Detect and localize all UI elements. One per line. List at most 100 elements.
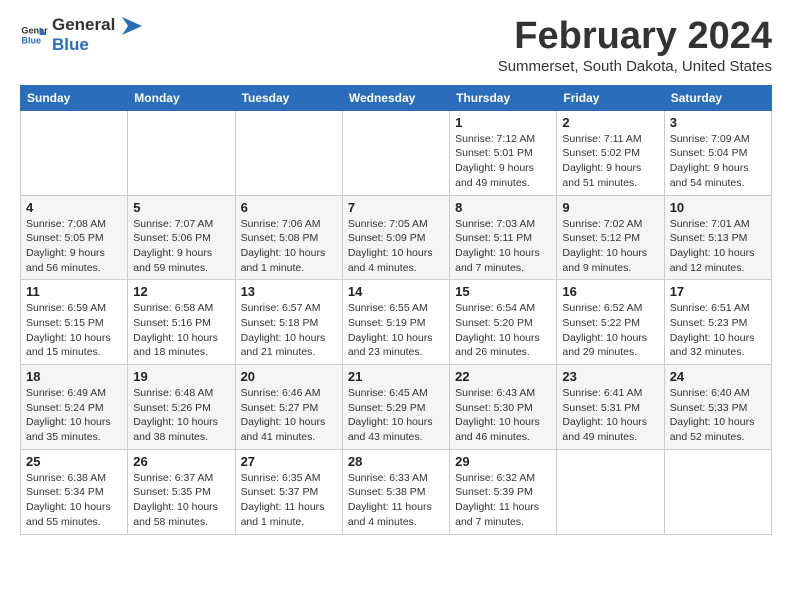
- day-number: 26: [133, 454, 229, 469]
- day-number: 4: [26, 200, 122, 215]
- calendar-cell: 22 Sunrise: 6:43 AM Sunset: 5:30 PM Dayli…: [450, 365, 557, 450]
- calendar-cell: 4 Sunrise: 7:08 AM Sunset: 5:05 PM Daylig…: [21, 195, 128, 280]
- calendar-cell: 15 Sunrise: 6:54 AM Sunset: 5:20 PM Dayli…: [450, 280, 557, 365]
- day-number: 3: [670, 115, 766, 130]
- day-number: 27: [241, 454, 337, 469]
- day-number: 15: [455, 284, 551, 299]
- day-number: 7: [348, 200, 444, 215]
- day-number: 21: [348, 369, 444, 384]
- calendar-cell: 28Sunrise: 6:33 AM Sunset: 5:38 PM Dayli…: [342, 449, 449, 534]
- header-row: SundayMondayTuesdayWednesdayThursdayFrid…: [21, 85, 772, 110]
- calendar-cell: 2 Sunrise: 7:11 AM Sunset: 5:02 PM Daylig…: [557, 110, 664, 195]
- day-info: Sunrise: 7:11 AM Sunset: 5:02 PM Dayligh…: [562, 132, 658, 191]
- day-info: Sunrise: 7:03 AM Sunset: 5:11 PM Dayligh…: [455, 217, 551, 276]
- day-info: Sunrise: 6:38 AM Sunset: 5:34 PM Dayligh…: [26, 471, 122, 530]
- day-info: Sunrise: 6:37 AM Sunset: 5:35 PM Dayligh…: [133, 471, 229, 530]
- day-number: 16: [562, 284, 658, 299]
- week-row-2: 4 Sunrise: 7:08 AM Sunset: 5:05 PM Daylig…: [21, 195, 772, 280]
- calendar-cell: 26 Sunrise: 6:37 AM Sunset: 5:35 PM Dayli…: [128, 449, 235, 534]
- day-info: Sunrise: 6:33 AM Sunset: 5:38 PM Dayligh…: [348, 471, 444, 530]
- day-number: 6: [241, 200, 337, 215]
- day-info: Sunrise: 6:46 AM Sunset: 5:27 PM Dayligh…: [241, 386, 337, 445]
- day-info: Sunrise: 7:08 AM Sunset: 5:05 PM Dayligh…: [26, 217, 122, 276]
- calendar-cell: 9 Sunrise: 7:02 AM Sunset: 5:12 PM Daylig…: [557, 195, 664, 280]
- day-number: 8: [455, 200, 551, 215]
- header-day-saturday: Saturday: [664, 85, 771, 110]
- week-row-5: 25 Sunrise: 6:38 AM Sunset: 5:34 PM Dayli…: [21, 449, 772, 534]
- logo-blue: Blue: [52, 35, 89, 54]
- day-number: 9: [562, 200, 658, 215]
- day-info: Sunrise: 6:54 AM Sunset: 5:20 PM Dayligh…: [455, 301, 551, 360]
- day-number: 10: [670, 200, 766, 215]
- title-block: February 2024 Summerset, South Dakota, U…: [498, 16, 772, 75]
- calendar-cell: [342, 110, 449, 195]
- day-info: Sunrise: 6:52 AM Sunset: 5:22 PM Dayligh…: [562, 301, 658, 360]
- day-info: Sunrise: 6:43 AM Sunset: 5:30 PM Dayligh…: [455, 386, 551, 445]
- day-number: 20: [241, 369, 337, 384]
- calendar-cell: 3Sunrise: 7:09 AM Sunset: 5:04 PM Daylig…: [664, 110, 771, 195]
- header-day-friday: Friday: [557, 85, 664, 110]
- day-info: Sunrise: 6:41 AM Sunset: 5:31 PM Dayligh…: [562, 386, 658, 445]
- day-number: 2: [562, 115, 658, 130]
- calendar-cell: 12Sunrise: 6:58 AM Sunset: 5:16 PM Dayli…: [128, 280, 235, 365]
- calendar-cell: 7 Sunrise: 7:05 AM Sunset: 5:09 PM Daylig…: [342, 195, 449, 280]
- logo-general: General: [52, 15, 115, 34]
- calendar-cell: 21 Sunrise: 6:45 AM Sunset: 5:29 PM Dayli…: [342, 365, 449, 450]
- calendar-cell: [235, 110, 342, 195]
- calendar-cell: 18Sunrise: 6:49 AM Sunset: 5:24 PM Dayli…: [21, 365, 128, 450]
- day-info: Sunrise: 6:48 AM Sunset: 5:26 PM Dayligh…: [133, 386, 229, 445]
- day-number: 22: [455, 369, 551, 384]
- svg-text:Blue: Blue: [21, 36, 41, 46]
- header-day-sunday: Sunday: [21, 85, 128, 110]
- header-day-monday: Monday: [128, 85, 235, 110]
- header-day-tuesday: Tuesday: [235, 85, 342, 110]
- day-number: 11: [26, 284, 122, 299]
- day-info: Sunrise: 7:06 AM Sunset: 5:08 PM Dayligh…: [241, 217, 337, 276]
- day-info: Sunrise: 6:45 AM Sunset: 5:29 PM Dayligh…: [348, 386, 444, 445]
- calendar-cell: [21, 110, 128, 195]
- calendar-cell: 1 Sunrise: 7:12 AM Sunset: 5:01 PM Daylig…: [450, 110, 557, 195]
- day-info: Sunrise: 7:01 AM Sunset: 5:13 PM Dayligh…: [670, 217, 766, 276]
- calendar-table: SundayMondayTuesdayWednesdayThursdayFrid…: [20, 85, 772, 535]
- calendar-header: SundayMondayTuesdayWednesdayThursdayFrid…: [21, 85, 772, 110]
- day-info: Sunrise: 6:51 AM Sunset: 5:23 PM Dayligh…: [670, 301, 766, 360]
- calendar-cell: 14 Sunrise: 6:55 AM Sunset: 5:19 PM Dayli…: [342, 280, 449, 365]
- day-info: Sunrise: 6:32 AM Sunset: 5:39 PM Dayligh…: [455, 471, 551, 530]
- day-number: 19: [133, 369, 229, 384]
- calendar-cell: 6 Sunrise: 7:06 AM Sunset: 5:08 PM Daylig…: [235, 195, 342, 280]
- week-row-1: 1 Sunrise: 7:12 AM Sunset: 5:01 PM Daylig…: [21, 110, 772, 195]
- calendar-cell: 23Sunrise: 6:41 AM Sunset: 5:31 PM Dayli…: [557, 365, 664, 450]
- header-day-thursday: Thursday: [450, 85, 557, 110]
- day-info: Sunrise: 7:07 AM Sunset: 5:06 PM Dayligh…: [133, 217, 229, 276]
- logo: General Blue General Blue: [20, 16, 142, 55]
- location-subtitle: Summerset, South Dakota, United States: [498, 58, 772, 75]
- calendar-cell: 19 Sunrise: 6:48 AM Sunset: 5:26 PM Dayli…: [128, 365, 235, 450]
- calendar-cell: 17 Sunrise: 6:51 AM Sunset: 5:23 PM Dayli…: [664, 280, 771, 365]
- month-title: February 2024: [498, 16, 772, 58]
- calendar-cell: [664, 449, 771, 534]
- day-number: 17: [670, 284, 766, 299]
- day-number: 18: [26, 369, 122, 384]
- calendar-cell: 13Sunrise: 6:57 AM Sunset: 5:18 PM Dayli…: [235, 280, 342, 365]
- calendar-cell: 29Sunrise: 6:32 AM Sunset: 5:39 PM Dayli…: [450, 449, 557, 534]
- day-info: Sunrise: 7:12 AM Sunset: 5:01 PM Dayligh…: [455, 132, 551, 191]
- logo-icon: General Blue: [20, 21, 48, 49]
- calendar-cell: [128, 110, 235, 195]
- calendar-cell: 16 Sunrise: 6:52 AM Sunset: 5:22 PM Dayli…: [557, 280, 664, 365]
- header: General Blue General Blue February 2024 …: [20, 16, 772, 75]
- day-info: Sunrise: 7:05 AM Sunset: 5:09 PM Dayligh…: [348, 217, 444, 276]
- calendar-cell: 20 Sunrise: 6:46 AM Sunset: 5:27 PM Dayli…: [235, 365, 342, 450]
- calendar-cell: 11 Sunrise: 6:59 AM Sunset: 5:15 PM Dayli…: [21, 280, 128, 365]
- day-number: 14: [348, 284, 444, 299]
- day-info: Sunrise: 7:02 AM Sunset: 5:12 PM Dayligh…: [562, 217, 658, 276]
- calendar-cell: 27 Sunrise: 6:35 AM Sunset: 5:37 PM Dayli…: [235, 449, 342, 534]
- day-number: 12: [133, 284, 229, 299]
- day-info: Sunrise: 6:57 AM Sunset: 5:18 PM Dayligh…: [241, 301, 337, 360]
- calendar-cell: 5Sunrise: 7:07 AM Sunset: 5:06 PM Daylig…: [128, 195, 235, 280]
- day-info: Sunrise: 6:55 AM Sunset: 5:19 PM Dayligh…: [348, 301, 444, 360]
- calendar-cell: 8 Sunrise: 7:03 AM Sunset: 5:11 PM Daylig…: [450, 195, 557, 280]
- day-number: 1: [455, 115, 551, 130]
- day-number: 25: [26, 454, 122, 469]
- day-info: Sunrise: 6:59 AM Sunset: 5:15 PM Dayligh…: [26, 301, 122, 360]
- day-info: Sunrise: 6:35 AM Sunset: 5:37 PM Dayligh…: [241, 471, 337, 530]
